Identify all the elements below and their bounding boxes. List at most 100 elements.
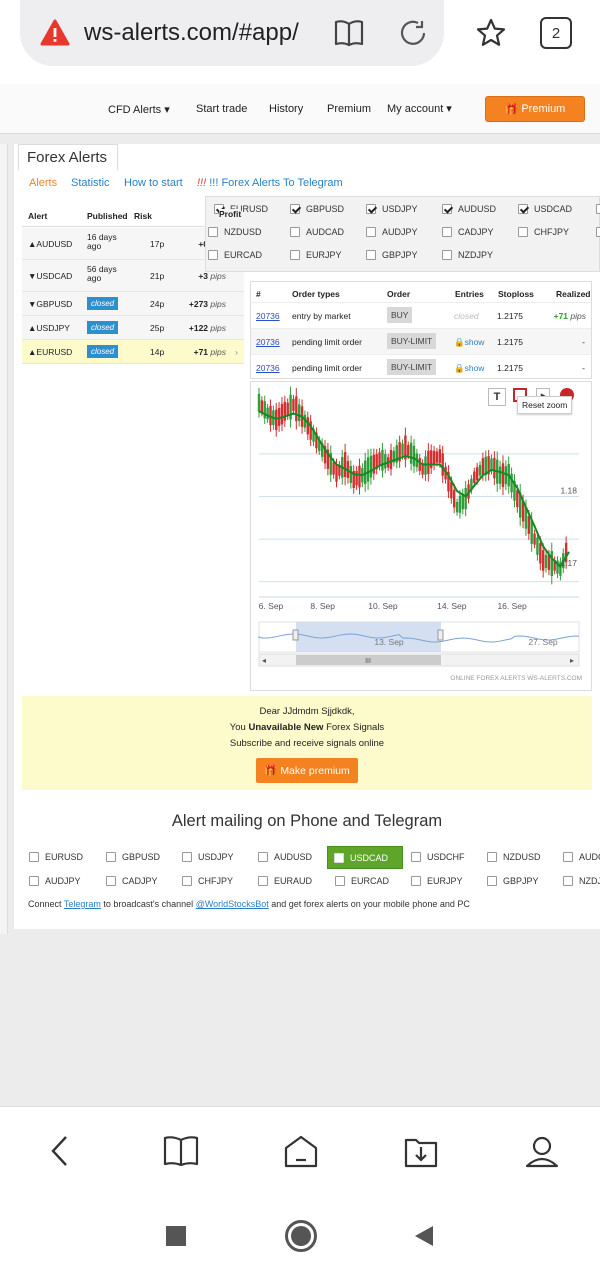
checkbox-icon[interactable] <box>366 204 376 214</box>
book-icon[interactable] <box>332 16 366 50</box>
price-chart[interactable]: 1.18 1.17 6. Sep 8. Sep 10. Sep 14. Sep 16. Se… <box>250 381 592 691</box>
alert-row[interactable]: ▲USDJPY closed 25p +122 pips <box>22 316 244 340</box>
pair-filter-checkbox[interactable]: EURCAD <box>208 250 262 260</box>
show-entries-link[interactable]: 🔒show <box>454 363 484 374</box>
alert-row[interactable]: ▲EURUSD closed 14p +71 pips › <box>22 340 244 364</box>
mailing-pair-checkbox[interactable]: AUDUSD <box>258 852 312 862</box>
subnav-how-to-start[interactable]: How to start <box>124 177 183 189</box>
order-id-link[interactable]: 20736 <box>256 311 280 321</box>
mailing-pair-checkbox[interactable]: USDCHF <box>411 852 465 862</box>
home-icon[interactable] <box>280 1131 322 1173</box>
checkbox-icon[interactable] <box>29 876 39 886</box>
reload-icon[interactable] <box>396 16 430 50</box>
reset-zoom-button[interactable]: Reset zoom <box>517 396 573 414</box>
premium-button[interactable]: 🎁 Premium <box>485 96 585 122</box>
pair-filter-checkbox[interactable]: EURAUD <box>596 227 600 237</box>
nav-start-trade[interactable]: Start trade <box>196 103 247 115</box>
mailing-pair-checkbox[interactable]: CHFJPY <box>182 876 233 886</box>
mailing-pair-checkbox[interactable]: AUDC <box>563 852 600 862</box>
nav-my-account[interactable]: My account ▾ <box>387 102 452 115</box>
mailing-pair-checkbox[interactable]: GBPJPY <box>487 876 539 886</box>
telegram-link[interactable]: Telegram <box>64 899 101 909</box>
pair-filter-checkbox[interactable]: NZDJPY <box>442 250 493 260</box>
checkbox-icon[interactable] <box>208 227 218 237</box>
pair-filter-checkbox[interactable]: GBPJPY <box>366 250 418 260</box>
nav-premium[interactable]: Premium <box>327 103 371 115</box>
checkbox-icon[interactable] <box>208 250 218 260</box>
checkbox-icon[interactable] <box>596 227 600 237</box>
checkbox-icon[interactable] <box>487 852 497 862</box>
nav-history[interactable]: History <box>269 103 303 115</box>
mailing-pair-checkbox[interactable]: EURJPY <box>411 876 463 886</box>
mailing-pair-checkbox[interactable]: CADJPY <box>106 876 158 886</box>
checkbox-icon[interactable] <box>182 852 192 862</box>
mailing-pair-checkbox[interactable]: GBPUSD <box>106 852 160 862</box>
checkbox-icon[interactable] <box>366 250 376 260</box>
order-id-link[interactable]: 20736 <box>256 363 280 373</box>
checkbox-icon[interactable] <box>596 204 600 214</box>
checkbox-icon[interactable] <box>290 227 300 237</box>
mailing-pair-checkbox[interactable]: EURUSD <box>29 852 83 862</box>
checkbox-icon[interactable] <box>442 227 452 237</box>
show-entries-link[interactable]: 🔒show <box>454 337 484 348</box>
pair-filter-checkbox[interactable]: AUDJPY <box>366 227 418 237</box>
pair-filter-checkbox[interactable]: CHFJPY <box>518 227 569 237</box>
mailing-pair-checkbox[interactable]: AUDJPY <box>29 876 81 886</box>
mailing-pair-checkbox[interactable]: EURCAD <box>335 876 389 886</box>
url-text[interactable]: ws-alerts.com/#app/ <box>84 19 304 47</box>
mailing-pair-checkbox[interactable]: NZDJ <box>563 876 600 886</box>
pair-filter-checkbox[interactable]: AUDCAD <box>290 227 344 237</box>
warning-icon[interactable] <box>40 19 70 47</box>
checkbox-icon[interactable] <box>411 876 421 886</box>
tabs-icon[interactable]: 2 <box>540 17 572 49</box>
checkbox-icon[interactable] <box>182 876 192 886</box>
mailing-pair-checkbox[interactable]: NZDUSD <box>487 852 541 862</box>
nav-cfd-alerts[interactable]: CFD Alerts ▾ <box>108 103 170 116</box>
checkbox-icon[interactable] <box>442 204 452 214</box>
recent-apps-icon[interactable] <box>166 1226 186 1246</box>
back-button-icon[interactable] <box>412 1224 436 1248</box>
checkbox-icon[interactable] <box>290 250 300 260</box>
mailing-pair-checkbox[interactable]: EURAUD <box>258 876 312 886</box>
bookmarks-icon[interactable] <box>160 1133 202 1169</box>
checkbox-icon[interactable] <box>487 876 497 886</box>
checkbox-icon[interactable] <box>29 852 39 862</box>
pair-filter-checkbox[interactable]: EURJPY <box>290 250 342 260</box>
back-icon[interactable] <box>42 1133 78 1169</box>
chart-svg[interactable]: 1.18 1.17 6. Sep 8. Sep 10. Sep 14. Sep 16. Se… <box>251 382 591 690</box>
home-button-icon[interactable] <box>285 1220 317 1252</box>
checkbox-icon[interactable] <box>335 876 345 886</box>
pair-filter-checkbox[interactable]: CADJPY <box>442 227 494 237</box>
checkbox-icon[interactable] <box>258 876 268 886</box>
checkbox-icon[interactable] <box>290 204 300 214</box>
checkbox-icon[interactable] <box>366 227 376 237</box>
pair-filter-checkbox[interactable]: GBPUSD <box>290 204 344 214</box>
downloads-icon[interactable] <box>400 1131 442 1173</box>
checkbox-icon[interactable] <box>518 204 528 214</box>
make-premium-button[interactable]: 🎁 Make premium <box>256 758 358 783</box>
profile-icon[interactable] <box>520 1131 564 1173</box>
pair-filter-checkbox[interactable]: USDCAD <box>518 204 572 214</box>
checkbox-icon[interactable] <box>442 250 452 260</box>
pair-filter-checkbox[interactable]: AUDUSD <box>442 204 496 214</box>
checkbox-icon[interactable] <box>106 876 116 886</box>
checkbox-icon[interactable] <box>258 852 268 862</box>
pair-filter-checkbox[interactable]: USDJPY <box>366 204 418 214</box>
pair-filter-checkbox[interactable]: NZDUSD <box>208 227 262 237</box>
checkbox-icon[interactable] <box>563 876 573 886</box>
mailing-pair-checkbox[interactable]: USDCAD <box>327 846 403 869</box>
subnav-telegram[interactable]: !!! !!! Forex Alerts To Telegram <box>197 177 343 189</box>
pair-filter-checkbox[interactable]: USDCHF <box>596 204 600 214</box>
checkbox-icon[interactable] <box>518 227 528 237</box>
alert-row[interactable]: ▼GBPUSD closed 24p +273 pips <box>22 292 244 316</box>
subnav-statistic[interactable]: Statistic <box>71 177 110 189</box>
bot-link[interactable]: @WorldStocksBot <box>196 899 269 909</box>
mailing-pair-checkbox[interactable]: USDJPY <box>182 852 234 862</box>
checkbox-icon[interactable] <box>106 852 116 862</box>
checkbox-icon[interactable] <box>334 852 344 863</box>
star-icon[interactable] <box>474 16 508 50</box>
order-id-link[interactable]: 20736 <box>256 337 280 347</box>
text-tool-button[interactable]: T <box>488 388 506 406</box>
checkbox-icon[interactable] <box>411 852 421 862</box>
checkbox-icon[interactable] <box>563 852 573 862</box>
